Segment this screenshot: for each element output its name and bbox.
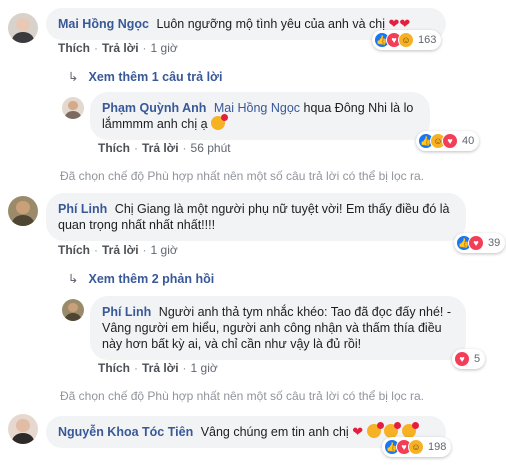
like-link[interactable]: Thích <box>58 41 90 55</box>
reply-arrow-icon: ↳ <box>68 70 79 84</box>
view-more-label: Xem thêm 2 phản hồi <box>88 272 215 286</box>
comment-time[interactable]: 1 giờ <box>151 41 178 55</box>
avatar-pham-quynh-anh[interactable] <box>62 97 84 119</box>
reaction-summary[interactable]: 👍 ♥ ☺ 198 <box>382 437 452 457</box>
reply-arrow-icon: ↳ <box>68 272 79 286</box>
comment-actions: Thích · Trả lời · 1 giờ <box>98 361 218 375</box>
comment-text: Vâng chúng em tin anh chị <box>200 425 349 439</box>
haha-reaction-icon: ☺ <box>408 439 424 455</box>
comment-actions: Thích · Trả lời · 1 giờ <box>58 41 178 55</box>
comment-author[interactable]: Nguyễn Khoa Tóc Tiên <box>58 425 193 439</box>
reply-link[interactable]: Trả lời <box>102 243 139 257</box>
comment-text: Người anh thả tym nhắc khéo: Tao đã đọc … <box>102 305 452 351</box>
comment-actions: Thích · Trả lời · 1 giờ <box>58 243 178 257</box>
reply-link[interactable]: Trả lời <box>142 361 179 375</box>
comment-text: Chị Giang là một người phụ nữ tuyệt vời!… <box>58 202 450 232</box>
heart-emoji-icon: ❤ <box>352 424 364 439</box>
smiling-hearts-emoji-icon <box>366 422 384 438</box>
comment-time[interactable]: 1 giờ <box>151 243 178 257</box>
reaction-summary[interactable]: ♥ 5 <box>452 349 486 369</box>
reply-link[interactable]: Trả lời <box>102 41 139 55</box>
comment-author[interactable]: Phí Linh <box>102 305 151 319</box>
comment-bubble: Phí Linh Chị Giang là một người phụ nữ t… <box>46 193 466 241</box>
comment-author[interactable]: Mai Hồng Ngọc <box>58 17 149 31</box>
mention-tag[interactable]: Mai Hồng Ngọc <box>214 101 300 115</box>
comment-time[interactable]: 56 phút <box>191 141 231 155</box>
comment-author[interactable]: Phạm Quỳnh Anh <box>102 101 206 115</box>
like-link[interactable]: Thích <box>98 361 130 375</box>
smiling-hearts-emoji-icon <box>384 422 402 438</box>
haha-reaction-icon: ☺ <box>398 32 414 48</box>
filter-notice: Đã chọn chế độ Phù hợp nhất nên một số c… <box>60 169 424 183</box>
love-reaction-icon: ♥ <box>454 351 470 367</box>
avatar-mai-hong-ngoc[interactable] <box>8 13 38 43</box>
comment-time[interactable]: 1 giờ <box>191 361 218 375</box>
view-more-label: Xem thêm 1 câu trả lời <box>88 70 223 84</box>
avatar-phi-linh-reply[interactable] <box>62 299 84 321</box>
reaction-count: 39 <box>488 237 501 249</box>
reaction-summary[interactable]: 👍 ☺ ♥ 40 <box>416 131 480 151</box>
avatar-nguyen-khoa-toc-tien[interactable] <box>8 414 38 444</box>
avatar-phi-linh[interactable] <box>8 196 38 226</box>
reply-link[interactable]: Trả lời <box>142 141 179 155</box>
smiling-hearts-emoji-icon <box>401 422 419 438</box>
view-more-replies-2[interactable]: ↳ Xem thêm 2 phản hồi <box>68 271 214 286</box>
reply-bubble: Phạm Quỳnh Anh Mai Hồng Ngọc hqua Đông N… <box>90 92 430 140</box>
love-reaction-icon: ♥ <box>468 235 484 251</box>
reply-bubble: Phí Linh Người anh thả tym nhắc khéo: Ta… <box>90 296 466 360</box>
love-reaction-icon: ♥ <box>442 133 458 149</box>
heart-emoji-icon: ❤❤ <box>388 16 411 31</box>
comment-author[interactable]: Phí Linh <box>58 202 107 216</box>
reaction-count: 198 <box>428 441 447 453</box>
like-link[interactable]: Thích <box>58 243 90 257</box>
reaction-summary[interactable]: 👍 ♥ ☺ 163 <box>372 30 442 50</box>
smiling-hearts-emoji-icon <box>211 114 229 130</box>
filter-notice: Đã chọn chế độ Phù hợp nhất nên một số c… <box>60 389 424 403</box>
reaction-summary[interactable]: 👍 ♥ 39 <box>454 233 506 253</box>
reaction-count: 5 <box>474 353 481 365</box>
reaction-count: 40 <box>462 135 475 147</box>
like-link[interactable]: Thích <box>98 141 130 155</box>
reaction-count: 163 <box>418 34 437 46</box>
comment-text: Luôn ngưỡng mộ tình yêu của anh và chị <box>156 17 385 31</box>
comment-actions: Thích · Trả lời · 56 phút <box>98 141 231 155</box>
view-more-replies-1[interactable]: ↳ Xem thêm 1 câu trả lời <box>68 69 222 84</box>
